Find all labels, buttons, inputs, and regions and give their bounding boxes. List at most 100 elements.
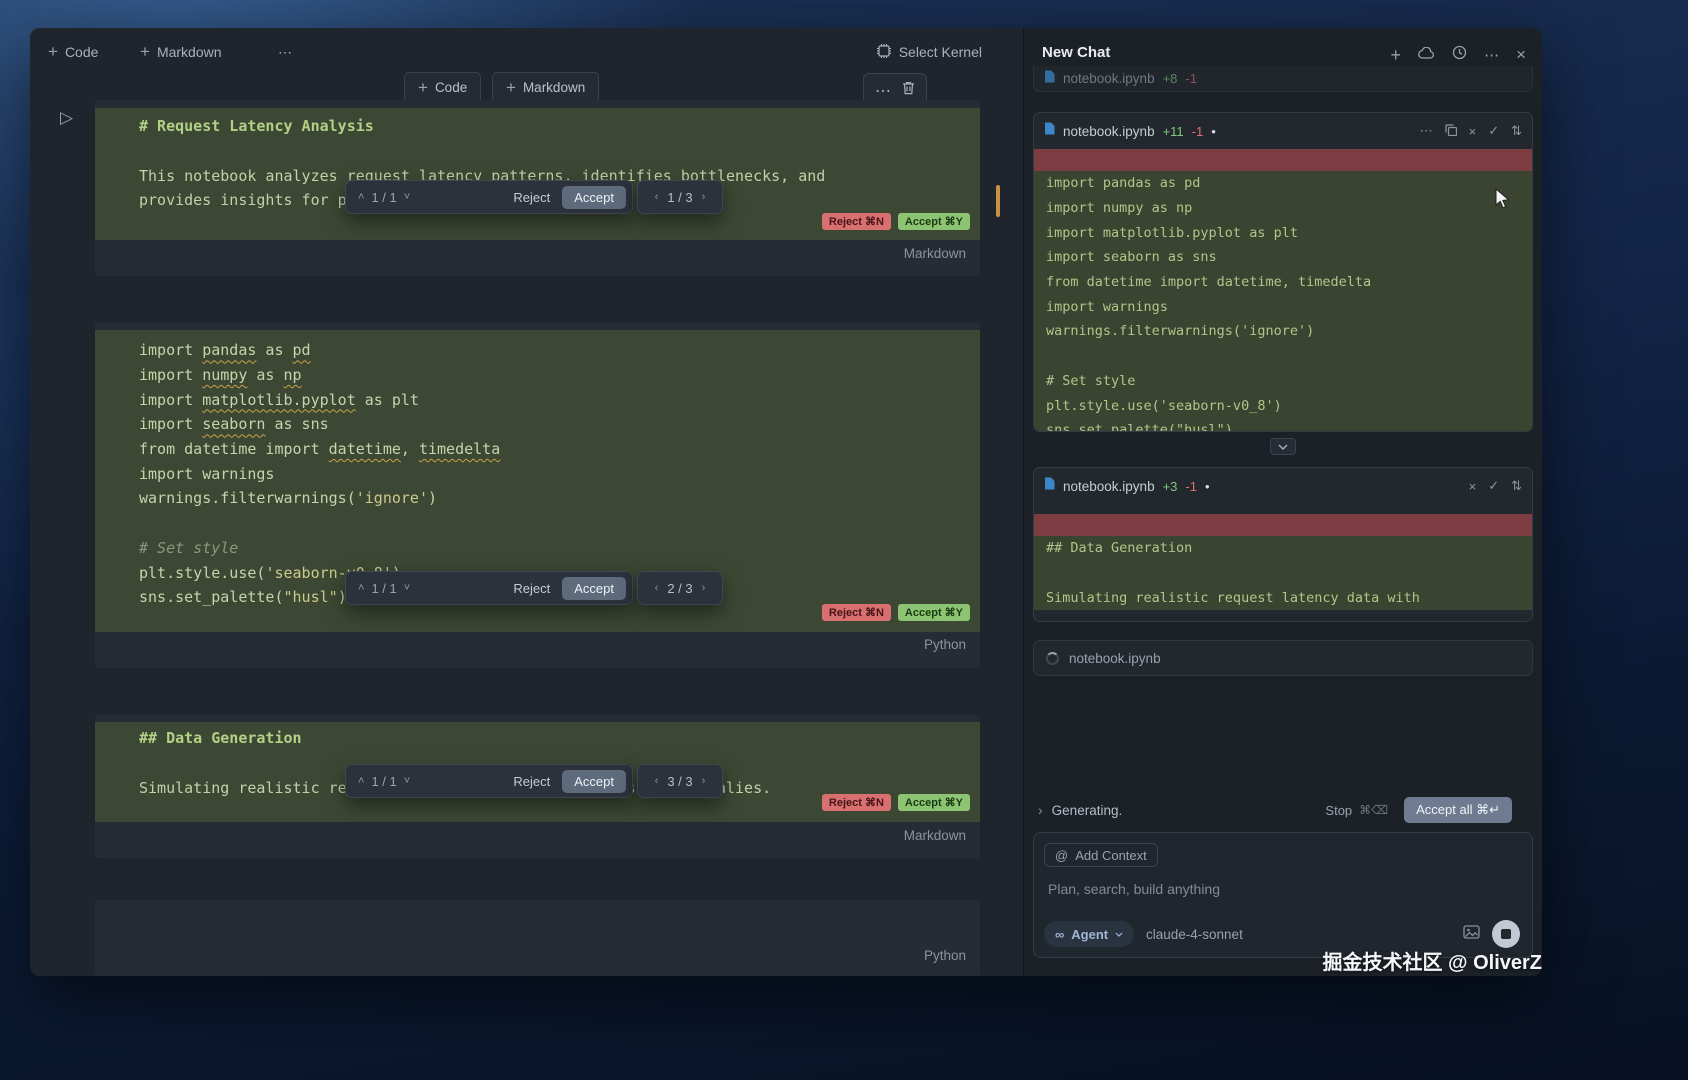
insert-code-button[interactable]: + Code [404,72,482,103]
watermark: 掘金技术社区 @ OliverZ [1322,952,1542,974]
accept-shortcut-badge[interactable]: Accept ⌘Y [897,213,970,230]
cell-language-label: Markdown [903,828,966,843]
diff-added-line: from datetime import datetime, timedelta [1034,269,1532,295]
close-icon[interactable]: × [1469,124,1477,139]
reject-shortcut-badge[interactable]: Reject ⌘N [821,794,891,811]
chevron-down-icon[interactable]: ˅ [404,191,410,203]
file-diff-card[interactable]: notebook.ipynb +11 -1 • ⋯ × ✓ ⇅ import pandas as… [1033,112,1533,432]
expand-icon[interactable]: ⇅ [1511,123,1522,139]
add-context-chip[interactable]: @ Add Context [1044,843,1158,867]
chevron-down-icon[interactable]: ˅ [404,582,410,594]
nav-next-icon[interactable]: › [702,582,706,594]
insert-markdown-button[interactable]: + Markdown [492,72,600,103]
chevron-down-icon[interactable]: ˅ [404,775,410,787]
diff-removed-line [1034,149,1532,171]
run-cell-button[interactable]: ▷ [60,108,73,128]
chevron-up-icon[interactable]: ˄ [358,582,364,594]
file-diff-card[interactable]: notebook.ipynb +3 -1 • × ✓ ⇅ ## Data Generation… [1033,467,1533,622]
nav-prev-icon[interactable]: ‹ [655,191,659,203]
accept-all-button[interactable]: Accept all ⌘↵ [1404,797,1512,823]
insert-code-label: Code [434,80,468,95]
insert-markdown-label: Markdown [522,80,586,95]
accept-shortcut-badge[interactable]: Accept ⌘Y [897,794,970,811]
diff-added-line: import numpy as np [1034,195,1532,221]
stop-generation-button[interactable] [1492,920,1520,948]
app-window: + Code + Markdown ⋯ Select Kernel + Code… [30,28,1542,976]
diff-toolbar-main: ˄ 1 / 1 ˅ Reject Accept [345,571,633,605]
notebook-pane: + Code + Markdown ⋯ Select Kernel + Code… [30,28,1023,976]
notebook-cell-code[interactable]: import pandas as pd import numpy as np imp… [95,322,980,668]
expand-icon[interactable]: ⇅ [1511,478,1522,494]
diff-added-line: import pandas as pd [1034,171,1532,196]
trash-icon[interactable] [902,81,915,100]
image-attach-button[interactable] [1463,925,1480,944]
chevron-up-icon[interactable]: ˄ [358,191,364,203]
removed-count: -1 [1191,123,1204,139]
agent-mode-selector[interactable]: ∞ Agent [1044,921,1135,947]
diff-badge-row: Reject ⌘N Accept ⌘Y [821,794,970,811]
diff-added-line [1034,343,1532,369]
check-icon[interactable]: ✓ [1488,123,1499,139]
accept-shortcut-badge[interactable]: Accept ⌘Y [897,604,970,621]
nav-next-icon[interactable]: › [702,191,706,203]
diff-added-line: sns.set_palette("husl") [1034,417,1532,431]
notebook-cell-code[interactable]: Python [95,900,980,976]
code-line: import numpy as np [139,366,302,385]
add-markdown-button[interactable]: + Markdown [140,38,222,66]
plus-icon: + [48,42,58,61]
close-icon[interactable]: × [1469,479,1477,494]
diff-counter-value: 1 / 1 [371,189,397,205]
accept-button[interactable]: Accept [562,769,626,793]
code-line: from datetime import datetime, timedelta [139,440,501,459]
nav-prev-icon[interactable]: ‹ [655,775,659,787]
history-icon[interactable] [1452,45,1467,65]
code-line: warnings.filterwarnings('ignore') [139,489,438,508]
add-code-button[interactable]: + Code [48,38,98,66]
select-kernel-label: Select Kernel [898,44,982,60]
reject-shortcut-badge[interactable]: Reject ⌘N [821,213,891,230]
composer-placeholder: Plan, search, build anything [1048,881,1220,897]
select-kernel-button[interactable]: Select Kernel [876,38,982,66]
diff-added-line: ## Data Generation [1034,536,1532,561]
nav-next-icon[interactable]: › [702,775,706,787]
reject-button[interactable]: Reject [513,581,550,596]
toolbar-more-button[interactable]: ⋯ [278,38,292,66]
expand-diff-button[interactable] [1270,438,1296,455]
stop-button[interactable]: Stop ⌘⌫ [1325,803,1388,818]
file-icon [1044,122,1055,140]
diff-scroll-marker[interactable] [996,185,1000,217]
added-count: +3 [1162,478,1178,494]
check-icon[interactable]: ✓ [1488,478,1499,494]
nav-prev-icon[interactable]: ‹ [655,582,659,594]
cell-language-label: Markdown [903,246,966,261]
diff-rows: import pandas as pd import numpy as np imp… [1034,149,1532,431]
accept-button[interactable]: Accept [562,185,626,209]
more-icon[interactable]: ⋯ [1420,123,1433,139]
cell-more-button[interactable]: ⋯ [875,81,891,101]
diff-toolbar-main: ˄ 1 / 1 ˅ Reject Accept [345,764,633,798]
chevron-up-icon[interactable]: ˄ [358,775,364,787]
chat-composer[interactable]: @ Add Context Plan, search, build anythi… [1033,832,1533,958]
copy-icon[interactable] [1444,123,1457,139]
reject-shortcut-badge[interactable]: Reject ⌘N [821,604,891,621]
code-line: import matplotlib.pyplot as plt [139,390,419,409]
file-name: notebook.ipynb [1063,71,1155,86]
chat-more-icon[interactable]: ⋯ [1484,46,1499,64]
diff-navigation: ‹ 2 / 3 › [637,571,723,605]
chat-header-icons: + ⋯ × [1391,45,1526,65]
chevron-right-icon[interactable]: › [1038,802,1043,818]
desktop: + Code + Markdown ⋯ Select Kernel + Code… [0,0,1688,1080]
file-diff-card-header: notebook.ipynb +3 -1 • × ✓ ⇅ [1034,468,1532,504]
diff-review-toolbar: ˄ 1 / 1 ˅ Reject Accept ‹ 2 / 3 › [345,571,723,605]
chat-pane: New Chat + ⋯ × notebook.ipynb +8 -1 note… [1023,28,1542,976]
chat-close-icon[interactable]: × [1516,45,1526,65]
reject-button[interactable]: Reject [513,190,550,205]
reject-button[interactable]: Reject [513,774,550,789]
model-selector[interactable]: claude-4-sonnet [1146,927,1243,942]
file-diff-card-partial[interactable]: notebook.ipynb +8 -1 [1033,66,1533,92]
cloud-icon[interactable] [1418,46,1435,64]
accept-button[interactable]: Accept [562,576,626,600]
new-chat-icon[interactable]: + [1391,46,1402,64]
file-loading-card[interactable]: notebook.ipynb [1033,640,1533,676]
diff-added-line: import matplotlib.pyplot as plt [1034,220,1532,246]
